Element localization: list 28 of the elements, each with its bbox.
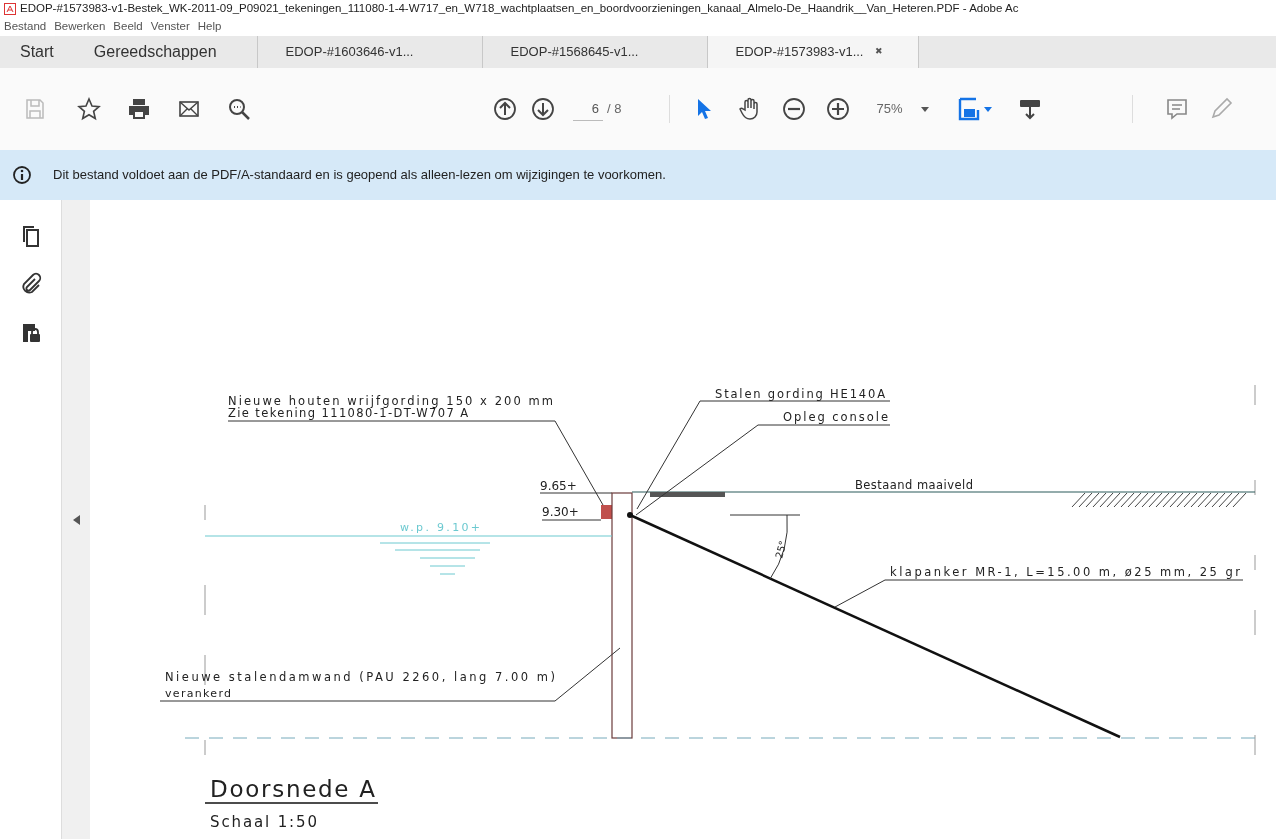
level-label: 9.65+ xyxy=(540,479,577,493)
page-count: / 8 xyxy=(607,100,622,119)
annotation-text: Nieuwe houten wrijfgording 150 x 200 mm xyxy=(228,394,553,408)
angle-label: 25° xyxy=(773,539,789,560)
scale-label: Schaal 1:50 xyxy=(210,813,317,831)
annotation-text: Stalen gording HE140A xyxy=(715,387,885,401)
menu-item[interactable]: Bewerken xyxy=(54,18,106,36)
tab[interactable]: Gereedschappen xyxy=(73,36,237,68)
zoom-level-dropdown[interactable]: 75% xyxy=(876,99,903,119)
annotation-text: klapanker MR-1, L=15.00 m, ø25 mm, 25 gr xyxy=(890,565,1240,579)
annotation-text: verankerd xyxy=(165,687,231,700)
page-number-field[interactable]: 6 xyxy=(573,97,603,121)
window-title: EDOP-#1573983-v1-Bestek_WK-2011-09_P09021_tekeningen_111080-1-4-W717_en_W718_wachtplaatsen_en_boordvoorzieningen_kanaal_Almelo-De_Haandrik__Van_Heteren.PDF - Adobe Ac xyxy=(20,1,1019,17)
annotation-text: Nieuwe stalendamwand (PAU 2260, lang 7.00 m) xyxy=(165,670,555,684)
menu-item[interactable]: Help xyxy=(197,18,222,36)
menu-item[interactable]: Beeld xyxy=(113,18,143,36)
annotation-text: Bestaand maaiveld xyxy=(855,478,973,492)
annotation-text: Zie tekening 111080-1-DT-W707 A xyxy=(228,406,468,420)
info-message: Dit bestand voldoet aan de PDF/A-standaard en is geopend als alleen-lezen om wijzigingen te voorkomen. xyxy=(53,166,666,185)
menu-item[interactable]: Venster xyxy=(150,18,190,36)
document-tab[interactable]: EDOP-#1573983-v1... ✖ xyxy=(706,36,919,68)
level-label: 9.30+ xyxy=(542,505,579,519)
annotation-text: Opleg console xyxy=(783,410,888,424)
menu-item[interactable]: Bestand xyxy=(4,18,47,36)
drawing-title: Doorsnede A xyxy=(210,776,375,802)
tab[interactable]: Start xyxy=(0,36,74,68)
close-icon[interactable]: ✖ xyxy=(875,45,884,59)
water-level-label: w.p. 9.10+ xyxy=(400,521,480,534)
